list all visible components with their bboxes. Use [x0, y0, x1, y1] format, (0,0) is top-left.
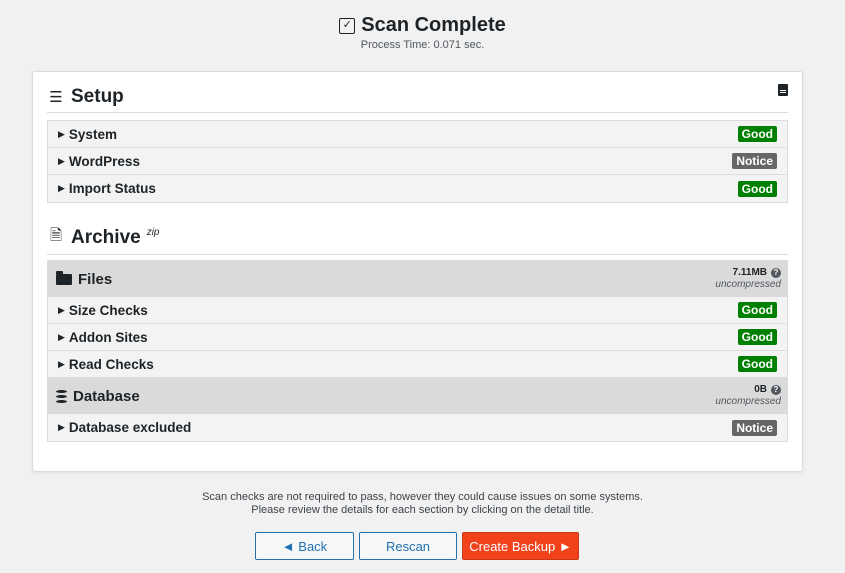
help-icon[interactable]: ?: [771, 385, 781, 395]
note-line-2: Please review the details for each secti…: [251, 504, 594, 516]
files-row-addon-sites[interactable]: ▶ Addon Sites Good: [48, 324, 787, 351]
archive-checks: Files 7.11MB? uncompressed ▶ Size Checks …: [47, 260, 788, 442]
caret-right-icon: ▶: [58, 422, 65, 432]
create-backup-button[interactable]: Create Backup ►: [462, 532, 579, 560]
setup-section-header: ☰ Setup: [47, 86, 788, 113]
folder-open-icon: [56, 270, 72, 285]
status-badge: Good: [737, 356, 777, 372]
status-badge: Good: [737, 329, 777, 345]
database-title: Database: [73, 387, 140, 405]
status-badge: Good: [737, 302, 777, 318]
back-button[interactable]: ◄ Back: [255, 532, 354, 560]
files-header[interactable]: Files 7.11MB? uncompressed: [48, 261, 787, 297]
setup-row-wordpress[interactable]: ▶ WordPress Notice: [48, 148, 787, 175]
scan-results-panel: ☰ Setup ▶ System Good ▶ WordPress Notice ▶…: [32, 71, 803, 472]
checkbox-checked-icon: ✓: [339, 17, 356, 34]
caret-right-icon: ▶: [58, 304, 65, 315]
archive-section-header: 🗎 Archive zip: [47, 225, 788, 255]
files-size-note: uncompressed: [715, 279, 781, 290]
setup-row-import-status[interactable]: ▶ Import Status Good: [48, 175, 787, 202]
status-badge: Good: [737, 180, 777, 197]
database-row-excluded[interactable]: ▶ Database excluded Notice: [48, 414, 787, 441]
row-label: Read Checks: [68, 356, 154, 372]
row-label: Size Checks: [68, 302, 148, 318]
caret-right-icon: ▶: [58, 155, 65, 166]
note-line-1: Scan checks are not required to pass, ho…: [202, 491, 643, 503]
database-header[interactable]: Database 0B? uncompressed: [48, 378, 787, 414]
file-zip-icon: 🗎: [49, 227, 63, 244]
archive-title: Archive: [71, 226, 141, 248]
files-row-size-checks[interactable]: ▶ Size Checks Good: [48, 297, 787, 324]
caret-right-icon: ▶: [58, 128, 65, 139]
process-time: Process Time: 0.071 sec.: [360, 39, 485, 51]
row-label: Database excluded: [68, 420, 192, 435]
status-badge: Notice: [732, 419, 777, 436]
help-icon[interactable]: ?: [771, 268, 781, 278]
row-label: System: [68, 126, 117, 142]
files-size: 7.11MB: [732, 267, 767, 278]
scan-footer-note: Scan checks are not required to pass, ho…: [0, 491, 845, 517]
file-report-icon[interactable]: [778, 84, 788, 96]
row-label: Import Status: [68, 181, 156, 196]
files-title: Files: [78, 270, 113, 288]
caret-right-icon: ▶: [58, 358, 65, 369]
row-label: Addon Sites: [68, 329, 148, 345]
list-check-icon: ☰: [49, 89, 63, 106]
status-badge: Good: [737, 126, 777, 142]
action-buttons: ◄ Back Rescan Create Backup ►: [255, 532, 579, 560]
files-row-read-checks[interactable]: ▶ Read Checks Good: [48, 351, 787, 378]
database-icon: [56, 389, 67, 403]
row-label: WordPress: [68, 153, 140, 169]
setup-checks: ▶ System Good ▶ WordPress Notice ▶ Import S…: [47, 120, 788, 203]
setup-row-system[interactable]: ▶ System Good: [48, 121, 787, 148]
scan-header: ✓ Scan Complete Process Time: 0.071 sec.: [0, 14, 845, 51]
archive-format: zip: [146, 227, 160, 238]
status-badge: Notice: [732, 153, 777, 169]
rescan-button[interactable]: Rescan: [359, 532, 457, 560]
database-size: 0B: [754, 384, 767, 395]
database-size-note: uncompressed: [715, 396, 781, 407]
caret-right-icon: ▶: [58, 331, 65, 342]
caret-right-icon: ▶: [58, 183, 65, 193]
page-title: Scan Complete: [361, 14, 506, 36]
setup-title: Setup: [71, 86, 124, 107]
